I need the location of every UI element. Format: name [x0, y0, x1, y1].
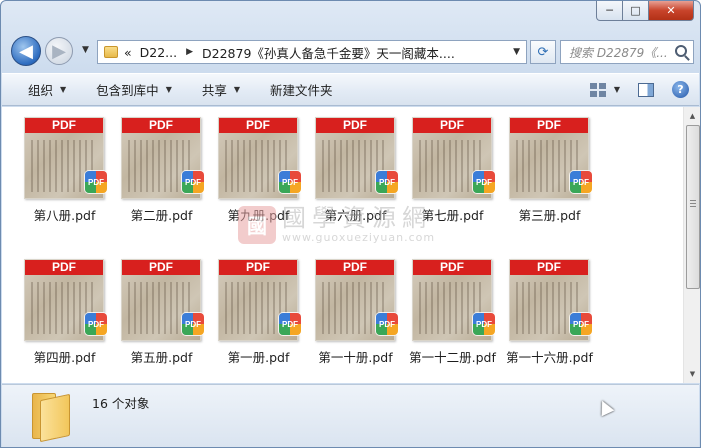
file-item[interactable]: PDF PDF 第二册.pdf [119, 107, 216, 227]
search-icon[interactable] [675, 45, 687, 57]
help-icon[interactable]: ? [672, 81, 689, 98]
pdf-file-icon: PDF [85, 313, 107, 335]
file-item[interactable]: PDF PDF 第八册.pdf [22, 107, 119, 227]
pdf-label: PDF [25, 118, 103, 133]
maximize-button[interactable]: □ [623, 1, 649, 21]
search-box[interactable]: 搜索 D22879《... [560, 40, 694, 64]
file-name: 第一十册.pdf [318, 350, 393, 365]
back-arrow-icon: ◀ [19, 40, 33, 62]
pdf-label: PDF [510, 260, 588, 275]
search-input[interactable]: 搜索 D22879《... [569, 44, 673, 61]
file-name: 第五册.pdf [130, 350, 193, 365]
file-grid: PDFPDF第八册.pdfPDFPDF第二册.pdfPDFPDF第九册.pdfP… [2, 107, 678, 383]
file-item[interactable]: PDF PDF 第一十二册.pdf [409, 249, 507, 369]
file-name: 第八册.pdf [33, 208, 96, 223]
breadcrumb-current[interactable]: D22879《孙真人备急千金要》天一阁藏本.... [202, 43, 455, 62]
forward-button[interactable]: ▶ [45, 37, 73, 65]
pdf-file-icon: PDF [376, 313, 398, 335]
pdf-file-icon: PDF [570, 171, 592, 193]
pdf-file-icon: PDF [182, 171, 204, 193]
pdf-file-icon: PDF [473, 313, 495, 335]
explorer-window: ─ □ ✕ ◀ ▶ ▼ « D22... ▶ D22879《孙真人备急千金要》天… [0, 0, 701, 448]
refresh-button[interactable]: ⟳ [530, 40, 556, 64]
file-name: 第一册.pdf [227, 350, 290, 365]
share-label: 共享 [201, 83, 227, 98]
pdf-file-icon: PDF [570, 313, 592, 335]
navigation-bar: ◀ ▶ ▼ « D22... ▶ D22879《孙真人备急千金要》天一阁藏本..… [9, 35, 694, 67]
window-controls: ─ □ ✕ [596, 1, 694, 21]
refresh-icon: ⟳ [537, 44, 549, 60]
folder-icon [104, 46, 118, 58]
file-item[interactable]: PDF PDF 第三册.pdf [507, 107, 604, 227]
file-item[interactable]: PDF PDF 第一十册.pdf [313, 249, 410, 369]
file-name: 第三册.pdf [518, 208, 581, 223]
pdf-file-icon: PDF [85, 171, 107, 193]
view-options-dropdown-icon[interactable]: ▼ [614, 85, 620, 94]
pdf-file-icon: PDF [279, 313, 301, 335]
chevron-down-icon: ▼ [233, 85, 241, 94]
breadcrumb-separator-icon[interactable]: ▶ [186, 47, 193, 57]
command-toolbar: 组织 ▼ 包含到库中 ▼ 共享 ▼ 新建文件夹 ▼ ? [2, 73, 699, 106]
details-pane: 16 个对象 [2, 384, 699, 447]
folder-icon [32, 393, 70, 443]
include-in-library-menu[interactable]: 包含到库中 ▼ [96, 80, 172, 99]
file-item[interactable]: PDF PDF 第五册.pdf [119, 249, 216, 369]
minimize-button[interactable]: ─ [596, 1, 623, 21]
watermark: 國 國學資源網 www.guoxueziyuan.com [238, 205, 435, 244]
pdf-label: PDF [316, 118, 394, 133]
pdf-label: PDF [25, 260, 103, 275]
scrollbar-thumb[interactable] [686, 125, 700, 289]
file-item[interactable]: PDF PDF 第四册.pdf [22, 249, 119, 369]
item-count: 16 个对象 [92, 396, 150, 411]
file-item[interactable]: PDF PDF 第一册.pdf [216, 249, 313, 369]
chevron-down-icon: ▼ [60, 85, 67, 94]
pdf-file-icon: PDF [279, 171, 301, 193]
preview-pane-icon[interactable] [638, 82, 654, 97]
pdf-label: PDF [510, 118, 588, 133]
watermark-url: www.guoxueziyuan.com [282, 231, 436, 244]
pdf-label: PDF [219, 118, 297, 133]
file-name: 第一十六册.pdf [506, 350, 593, 365]
new-folder-label: 新建文件夹 [270, 83, 333, 98]
pdf-label: PDF [413, 260, 491, 275]
scroll-down-icon[interactable]: ▼ [686, 367, 699, 381]
pdf-file-icon: PDF [376, 171, 398, 193]
include-in-library-label: 包含到库中 [96, 83, 159, 98]
toolbar-right-group: ▼ ? [589, 81, 689, 98]
file-name: 第二册.pdf [130, 208, 193, 223]
close-button[interactable]: ✕ [649, 1, 694, 21]
file-name: 第一十二册.pdf [409, 350, 496, 365]
watermark-title: 國學資源網 [282, 204, 432, 232]
pdf-label: PDF [316, 260, 394, 275]
recent-pages-dropdown-icon[interactable]: ▼ [82, 45, 89, 55]
chevron-down-icon: ▼ [165, 85, 172, 94]
new-folder-button[interactable]: 新建文件夹 [270, 80, 333, 99]
pdf-file-icon: PDF [473, 171, 495, 193]
pdf-label: PDF [413, 118, 491, 133]
pdf-label: PDF [219, 260, 297, 275]
file-item[interactable]: PDF PDF 第一十六册.pdf [506, 249, 604, 369]
breadcrumb-parent[interactable]: D22... [140, 45, 177, 60]
share-menu[interactable]: 共享 ▼ [202, 80, 240, 99]
pdf-label: PDF [122, 118, 200, 133]
back-button[interactable]: ◀ [11, 36, 41, 66]
file-name: 第四册.pdf [33, 350, 96, 365]
change-view-icon[interactable] [589, 82, 606, 97]
address-dropdown-icon[interactable]: ▼ [513, 47, 520, 57]
watermark-seal: 國 [238, 205, 276, 244]
breadcrumb-overflow[interactable]: « [124, 45, 132, 60]
pdf-label: PDF [122, 260, 200, 275]
organize-label: 组织 [28, 83, 54, 98]
file-list-view: PDFPDF第八册.pdfPDFPDF第二册.pdfPDFPDF第九册.pdfP… [2, 107, 700, 383]
scroll-up-icon[interactable]: ▲ [686, 109, 699, 123]
vertical-scrollbar[interactable]: ▲ ▼ [683, 107, 700, 383]
forward-arrow-icon: ▶ [52, 40, 66, 62]
address-bar[interactable]: « D22... ▶ D22879《孙真人备急千金要》天一阁藏本.... ▼ [97, 40, 527, 64]
pdf-file-icon: PDF [182, 313, 204, 335]
organize-menu[interactable]: 组织 ▼ [28, 80, 66, 99]
